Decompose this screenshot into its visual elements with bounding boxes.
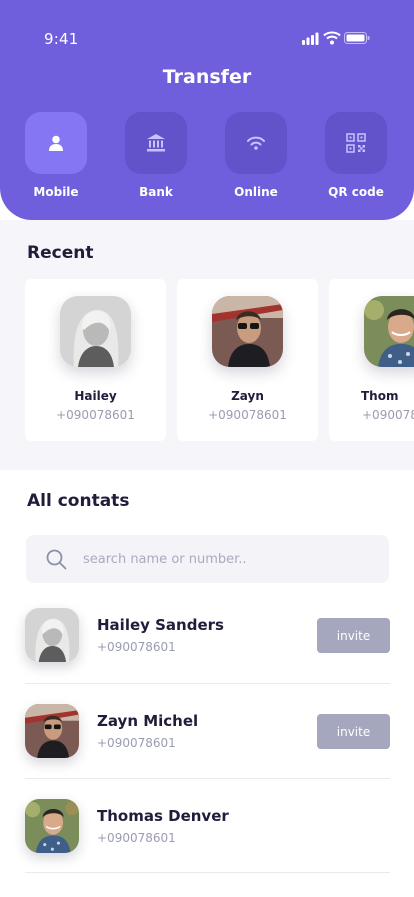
method-label: Mobile bbox=[33, 185, 79, 199]
method-mobile[interactable]: Mobile bbox=[6, 112, 106, 199]
bank-icon bbox=[147, 134, 165, 152]
recent-name: Hailey bbox=[74, 389, 117, 403]
page-title: Transfer bbox=[162, 66, 252, 88]
search-input[interactable] bbox=[83, 545, 373, 573]
signal-icon bbox=[302, 32, 319, 45]
contact-name: Hailey Sanders bbox=[97, 616, 224, 634]
method-label: QR code bbox=[328, 185, 384, 199]
recent-number: +090078601 bbox=[362, 408, 414, 422]
qr-code-icon bbox=[346, 133, 366, 153]
divider bbox=[25, 683, 390, 684]
contacts-title: All contats bbox=[27, 491, 130, 511]
recent-name: Thom bbox=[361, 389, 399, 403]
avatar bbox=[25, 704, 79, 758]
contact-row-thomas[interactable]: Thomas Denver +090078601 bbox=[25, 799, 390, 893]
contact-row-zayn[interactable]: Zayn Michel +090078601 invite bbox=[25, 704, 390, 798]
divider bbox=[25, 872, 390, 873]
recent-card-zayn[interactable]: Zayn +090078601 bbox=[177, 279, 318, 441]
avatar bbox=[25, 799, 79, 853]
method-label: Bank bbox=[139, 185, 173, 199]
avatar bbox=[60, 296, 131, 367]
recent-number: +090078601 bbox=[208, 408, 287, 422]
recent-title: Recent bbox=[27, 243, 94, 263]
method-tile bbox=[25, 112, 87, 174]
avatar bbox=[364, 296, 414, 367]
search-icon bbox=[46, 549, 67, 570]
method-qr-code[interactable]: QR code bbox=[306, 112, 406, 199]
method-label: Online bbox=[234, 185, 278, 199]
battery-icon bbox=[344, 32, 370, 44]
contact-number: +090078601 bbox=[97, 640, 176, 654]
person-icon bbox=[49, 135, 63, 151]
contact-number: +090078601 bbox=[97, 736, 176, 750]
wifi-icon bbox=[247, 136, 265, 150]
recent-card-thomas[interactable]: Thom +090078601 bbox=[329, 279, 414, 441]
method-online[interactable]: Online bbox=[206, 112, 306, 199]
contact-number: +090078601 bbox=[97, 831, 176, 845]
status-time: 9:41 bbox=[44, 30, 79, 48]
recent-name: Zayn bbox=[231, 389, 264, 403]
method-bank[interactable]: Bank bbox=[106, 112, 206, 199]
status-icons bbox=[302, 31, 370, 45]
contact-name: Zayn Michel bbox=[97, 712, 199, 730]
wifi-icon bbox=[323, 31, 341, 45]
method-tile bbox=[325, 112, 387, 174]
method-tile bbox=[225, 112, 287, 174]
avatar bbox=[212, 296, 283, 367]
recent-card-hailey[interactable]: Hailey +090078601 bbox=[25, 279, 166, 441]
contact-row-hailey[interactable]: Hailey Sanders +090078601 invite bbox=[25, 608, 390, 702]
search-bar bbox=[26, 535, 389, 583]
method-tile bbox=[125, 112, 187, 174]
invite-button[interactable]: invite bbox=[317, 714, 390, 749]
avatar bbox=[25, 608, 79, 662]
invite-button[interactable]: invite bbox=[317, 618, 390, 653]
recent-number: +090078601 bbox=[56, 408, 135, 422]
contact-name: Thomas Denver bbox=[97, 807, 229, 825]
divider bbox=[25, 778, 390, 779]
